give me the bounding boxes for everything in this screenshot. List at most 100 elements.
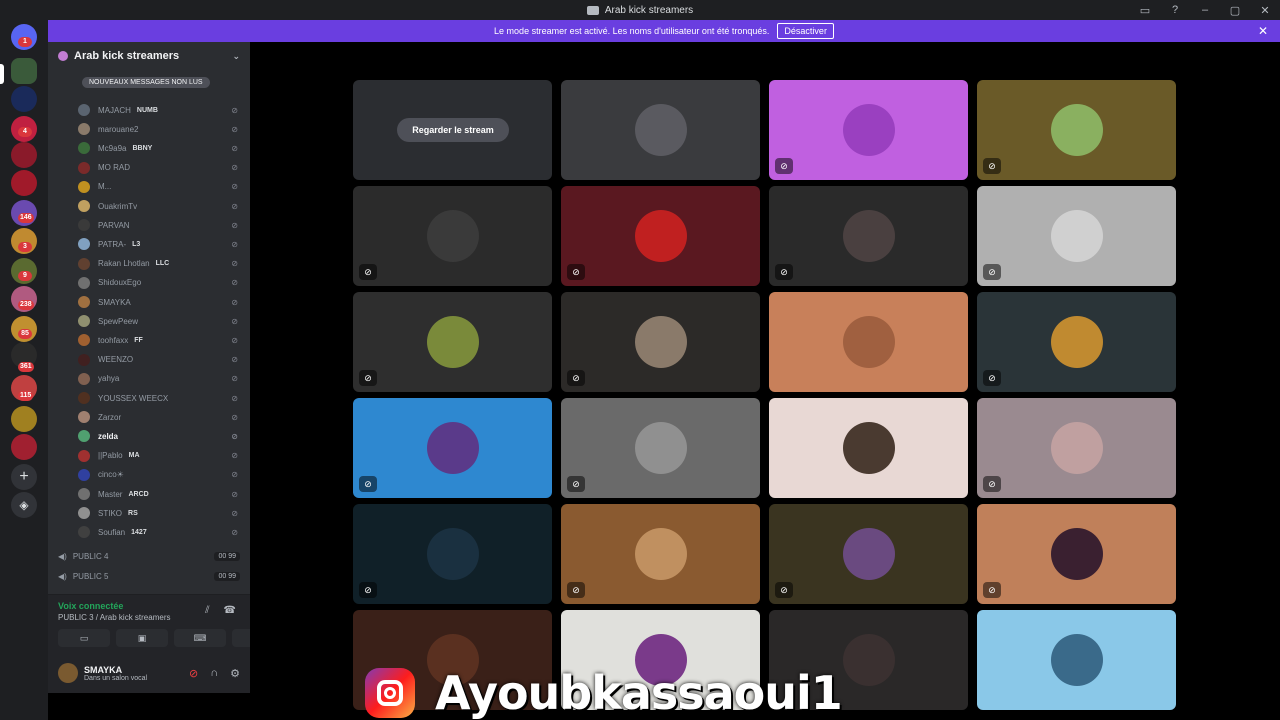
voice-member-row[interactable]: YOUSSEX WEECX ⊘ xyxy=(48,390,250,406)
muted-icon: ⊘ xyxy=(775,158,793,174)
muted-icon: ⊘ xyxy=(983,370,1001,386)
voice-member-row[interactable]: ||Pablo MA ⊘ xyxy=(48,448,250,464)
inbox-icon[interactable]: ▭ xyxy=(1130,4,1160,17)
avatar xyxy=(842,422,895,474)
participant-tile[interactable] xyxy=(977,610,1176,710)
watch-stream-button[interactable]: Regarder le stream xyxy=(397,118,509,142)
voice-member-row[interactable]: toohfaxx FF ⊘ xyxy=(48,332,250,348)
server-icon-arab-kick[interactable] xyxy=(11,58,37,84)
user-info[interactable]: SMAYKA Dans un salon vocal xyxy=(84,665,147,682)
participant-tile[interactable]: ⊘ xyxy=(977,398,1176,498)
participant-tile[interactable]: ⊘ xyxy=(353,504,552,604)
participant-tile[interactable]: ⊘ xyxy=(977,292,1176,392)
member-tag: 1427 xyxy=(131,528,147,536)
stream-tile[interactable]: Regarder le stream xyxy=(353,80,552,180)
participant-tile[interactable] xyxy=(769,398,968,498)
server-icon[interactable] xyxy=(11,170,37,196)
participant-tile[interactable]: ⊘ xyxy=(977,504,1176,604)
member-name: SpewPeew xyxy=(98,316,139,326)
close-banner-icon[interactable]: ✕ xyxy=(1258,24,1268,38)
screen-share-button[interactable]: ▣ xyxy=(116,629,168,647)
avatar xyxy=(634,528,687,580)
participant-tile[interactable]: ⊘ xyxy=(561,398,760,498)
voice-member-row[interactable]: Master ARCD ⊘ xyxy=(48,486,250,502)
voice-member-row[interactable]: Soufian 1427 ⊘ xyxy=(48,524,250,540)
disable-streamer-mode-button[interactable]: Désactiver xyxy=(777,23,834,39)
minimize-button[interactable]: – xyxy=(1190,4,1220,16)
voice-channel-public-4[interactable]: ◀) PUBLIC 4 00 99 xyxy=(58,548,240,564)
participant-tile[interactable] xyxy=(561,80,760,180)
voice-member-row[interactable]: yahya ⊘ xyxy=(48,371,250,387)
participant-tile[interactable]: ⊘ xyxy=(769,186,968,286)
participant-tile[interactable]: ⊘ xyxy=(977,80,1176,180)
avatar xyxy=(78,468,90,481)
avatar[interactable] xyxy=(58,663,78,683)
server-icon[interactable] xyxy=(11,434,37,460)
participant-tile[interactable]: ⊘ xyxy=(561,186,760,286)
muted-mic-icon: ⊘ xyxy=(231,259,238,269)
noise-suppression-icon[interactable]: ⫽ xyxy=(205,605,209,616)
avatar xyxy=(78,161,90,174)
voice-member-row[interactable]: ShidouxEgo ⊘ xyxy=(48,275,250,291)
avatar xyxy=(634,210,687,262)
server-icon[interactable] xyxy=(11,86,37,112)
avatar xyxy=(842,634,895,686)
participant-tile[interactable]: ⊘ xyxy=(977,186,1176,286)
participant-tile[interactable] xyxy=(769,292,968,392)
voice-member-row[interactable]: MO RAD ⊘ xyxy=(48,160,250,176)
participant-tile[interactable]: ⊘ xyxy=(769,80,968,180)
participant-tile[interactable]: ⊘ xyxy=(353,398,552,498)
member-tag: LLC xyxy=(155,260,170,268)
member-name: Soufian xyxy=(98,527,126,537)
muted-mic-icon: ⊘ xyxy=(231,451,238,461)
activity-button[interactable]: ⌨ xyxy=(174,629,226,647)
voice-member-row[interactable]: OuakrimTv ⊘ xyxy=(48,198,250,214)
participant-tile[interactable]: ⊘ xyxy=(353,292,552,392)
voice-member-row[interactable]: Rakan Lhotlan LLC ⊘ xyxy=(48,256,250,272)
participant-tile[interactable]: ⊘ xyxy=(561,292,760,392)
voice-member-row[interactable]: PARVAN ⊘ xyxy=(48,217,250,233)
muted-icon: ⊘ xyxy=(983,158,1001,174)
server-icon[interactable] xyxy=(11,142,37,168)
disconnect-icon[interactable]: ☎ xyxy=(224,605,236,616)
participant-tile[interactable]: ⊘ xyxy=(769,504,968,604)
participant-tile[interactable]: ⊘ xyxy=(561,504,760,604)
voice-channel-path[interactable]: PUBLIC 3 / Arab kick streamers xyxy=(58,613,170,622)
muted-mic-icon: ⊘ xyxy=(231,239,238,249)
voice-member-row[interactable]: M... ⊘ xyxy=(48,179,250,195)
voice-member-row[interactable]: SMAYKA ⊘ xyxy=(48,294,250,310)
voice-member-row[interactable]: SpewPeew ⊘ xyxy=(48,313,250,329)
member-tag: ARCD xyxy=(128,490,149,498)
voice-member-row[interactable]: WEENZO ⊘ xyxy=(48,352,250,368)
voice-member-row[interactable]: zelda ⊘ xyxy=(48,428,250,444)
voice-grid: Regarder le stream ⊘ ⊘ ⊘ ⊘ ⊘ ⊘ ⊘ ⊘ ⊘ ⊘ ⊘ ⊘ ⊘ ⊘ ⊘ ⊘ xyxy=(250,42,1280,710)
explore-icon[interactable]: ◈ xyxy=(11,492,37,518)
server-icon[interactable] xyxy=(11,406,37,432)
voice-member-row[interactable]: PATRA- L3 ⊘ xyxy=(48,236,250,252)
voice-member-row[interactable]: Mc9a9a BBNY ⊘ xyxy=(48,140,250,156)
voice-member-row[interactable]: Zarzor ⊘ xyxy=(48,409,250,425)
avatar xyxy=(78,104,90,116)
camera-button[interactable]: ▭ xyxy=(58,629,110,647)
voice-member-row[interactable]: MAJACH NUMB ⊘ xyxy=(48,102,250,118)
close-window-button[interactable]: ✕ xyxy=(1250,4,1280,17)
help-icon[interactable]: ? xyxy=(1160,4,1190,16)
muted-mic-icon: ⊘ xyxy=(231,297,238,307)
headphones-icon[interactable]: ∩ xyxy=(210,667,218,680)
avatar xyxy=(1050,104,1103,156)
voice-member-row[interactable]: STIKO RS ⊘ xyxy=(48,505,250,521)
participant-tile[interactable]: ⊘ xyxy=(353,186,552,286)
member-name: marouane2 xyxy=(98,124,139,134)
voice-channel-public-5[interactable]: ◀) PUBLIC 5 00 99 xyxy=(58,568,240,584)
voice-member-row[interactable]: marouane2 ⊘ xyxy=(48,121,250,137)
guild-header[interactable]: Arab kick streamers ⌄ xyxy=(48,42,250,70)
chevron-down-icon[interactable]: ⌄ xyxy=(232,51,240,62)
muted-mic-icon: ⊘ xyxy=(231,508,238,518)
settings-gear-icon[interactable]: ⚙ xyxy=(230,667,240,680)
add-server-icon[interactable]: + xyxy=(11,464,37,490)
unread-messages-pill[interactable]: NOUVEAUX MESSAGES NON LUS xyxy=(82,77,210,88)
voice-member-row[interactable]: cinco☀ ⊘ xyxy=(48,467,250,483)
mute-mic-icon[interactable]: ⊘ xyxy=(189,667,198,680)
maximize-button[interactable]: ▢ xyxy=(1220,4,1250,17)
badge: 4 xyxy=(18,127,32,137)
